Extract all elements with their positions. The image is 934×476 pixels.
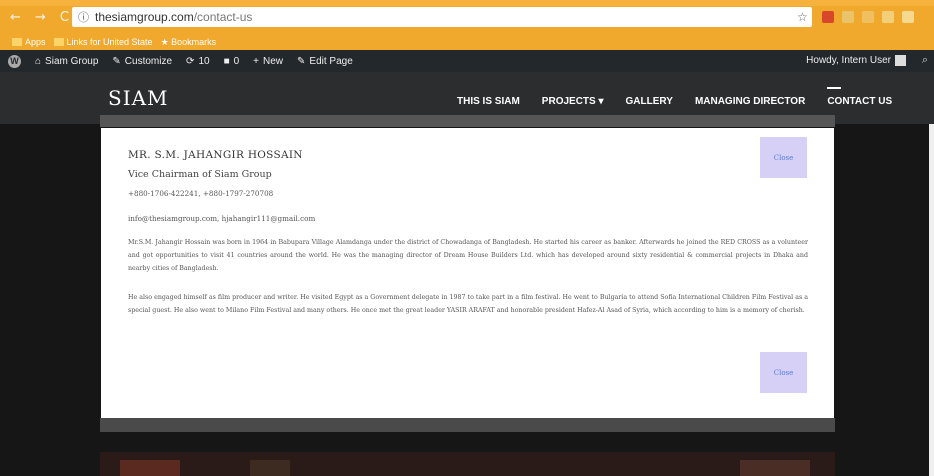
back-icon[interactable]: ← <box>10 10 21 25</box>
address-bar[interactable]: ⓘ thesiamgroup.com/contact-us <box>72 7 812 27</box>
main-navigation: THIS IS SIAM PROJECTS ▾ GALLERY MANAGING… <box>457 87 914 107</box>
brush-icon: ✎ <box>112 55 121 67</box>
nav-item-gallery[interactable]: GALLERY <box>626 96 673 107</box>
nav-item-managing-director[interactable]: MANAGING DIRECTOR <box>695 96 805 107</box>
wordpress-icon[interactable]: W <box>8 54 21 68</box>
admin-new-link[interactable]: + New <box>253 56 283 67</box>
plus-icon: + <box>253 55 260 67</box>
profile-bio-paragraph: Mr.S.M. Jahangir Hossain was born in 196… <box>128 239 808 272</box>
site-logo[interactable]: SIAM <box>108 86 169 110</box>
star-icon: ★ <box>160 36 172 47</box>
profile-role: Vice Chairman of Siam Group <box>128 169 272 180</box>
extension-icon[interactable] <box>862 11 874 23</box>
extension-icon[interactable] <box>842 11 854 23</box>
modal-overlay-band <box>100 115 835 127</box>
forward-icon[interactable]: → <box>35 10 46 25</box>
close-button-bottom[interactable]: Close <box>760 352 807 393</box>
nav-item-projects[interactable]: PROJECTS ▾ <box>542 96 604 107</box>
admin-site-link[interactable]: ⌂ Siam Group <box>35 56 98 67</box>
info-icon[interactable]: ⓘ <box>78 9 89 25</box>
caret-down-icon: ▾ <box>598 96 604 107</box>
bookmark-folder[interactable]: Links for United State <box>53 37 153 47</box>
comment-icon: ■ <box>223 55 230 67</box>
profile-phone: +880-1706-422241, +880-1797-270708 <box>128 189 274 198</box>
nav-item-this-is-siam[interactable]: THIS IS SIAM <box>457 96 520 107</box>
scrollbar[interactable] <box>929 124 934 476</box>
url-path: /contact-us <box>193 10 253 24</box>
profile-name: MR. S.M. JAHANGIR HOSSAIN <box>128 149 303 161</box>
updates-icon: ⟳ <box>186 55 195 67</box>
home-icon: ⌂ <box>35 55 42 67</box>
extension-icons <box>822 11 914 23</box>
apps-icon <box>12 38 22 46</box>
admin-edit-link[interactable]: ✎ Edit Page <box>297 56 353 67</box>
bookmarks-bar: Apps Links for United State ★ Bookmarks <box>0 34 934 50</box>
admin-customize-link[interactable]: ✎ Customize <box>112 56 172 67</box>
wp-admin-bar: W ⌂ Siam Group ✎ Customize ⟳ 10 ■ 0 + New ✎ Ed… <box>0 50 934 72</box>
extension-icon[interactable] <box>882 11 894 23</box>
background-image <box>100 452 835 476</box>
admin-comments-link[interactable]: ■ 0 <box>224 56 240 67</box>
bookmark-star-icon[interactable]: ☆ <box>797 10 808 24</box>
admin-account-link[interactable]: Howdy, Intern User <box>806 55 906 66</box>
extension-icon[interactable] <box>822 11 834 23</box>
pencil-icon: ✎ <box>297 55 306 67</box>
nav-item-contact-us[interactable]: CONTACT US <box>827 87 892 107</box>
folder-icon <box>53 38 64 46</box>
extension-icon[interactable] <box>902 11 914 23</box>
avatar <box>895 55 906 66</box>
bookmark-bookmarks[interactable]: ★ Bookmarks <box>161 37 217 48</box>
close-button-top[interactable]: Close <box>760 137 807 178</box>
admin-updates-link[interactable]: ⟳ 10 <box>186 56 210 67</box>
browser-nav-buttons: ← → C <box>10 10 69 25</box>
profile-email: info@thesiamgroup.com, hjahangir111@gmai… <box>128 214 316 223</box>
search-icon[interactable]: ⌕ <box>922 54 928 67</box>
profile-bio-paragraph: He also engaged himself as film producer… <box>128 294 808 314</box>
browser-tab-strip <box>0 0 934 6</box>
bookmark-apps[interactable]: Apps <box>12 37 46 47</box>
url-host: thesiamgroup.com <box>95 10 194 24</box>
background-stripe <box>100 418 835 432</box>
reload-icon[interactable]: C <box>60 10 69 25</box>
